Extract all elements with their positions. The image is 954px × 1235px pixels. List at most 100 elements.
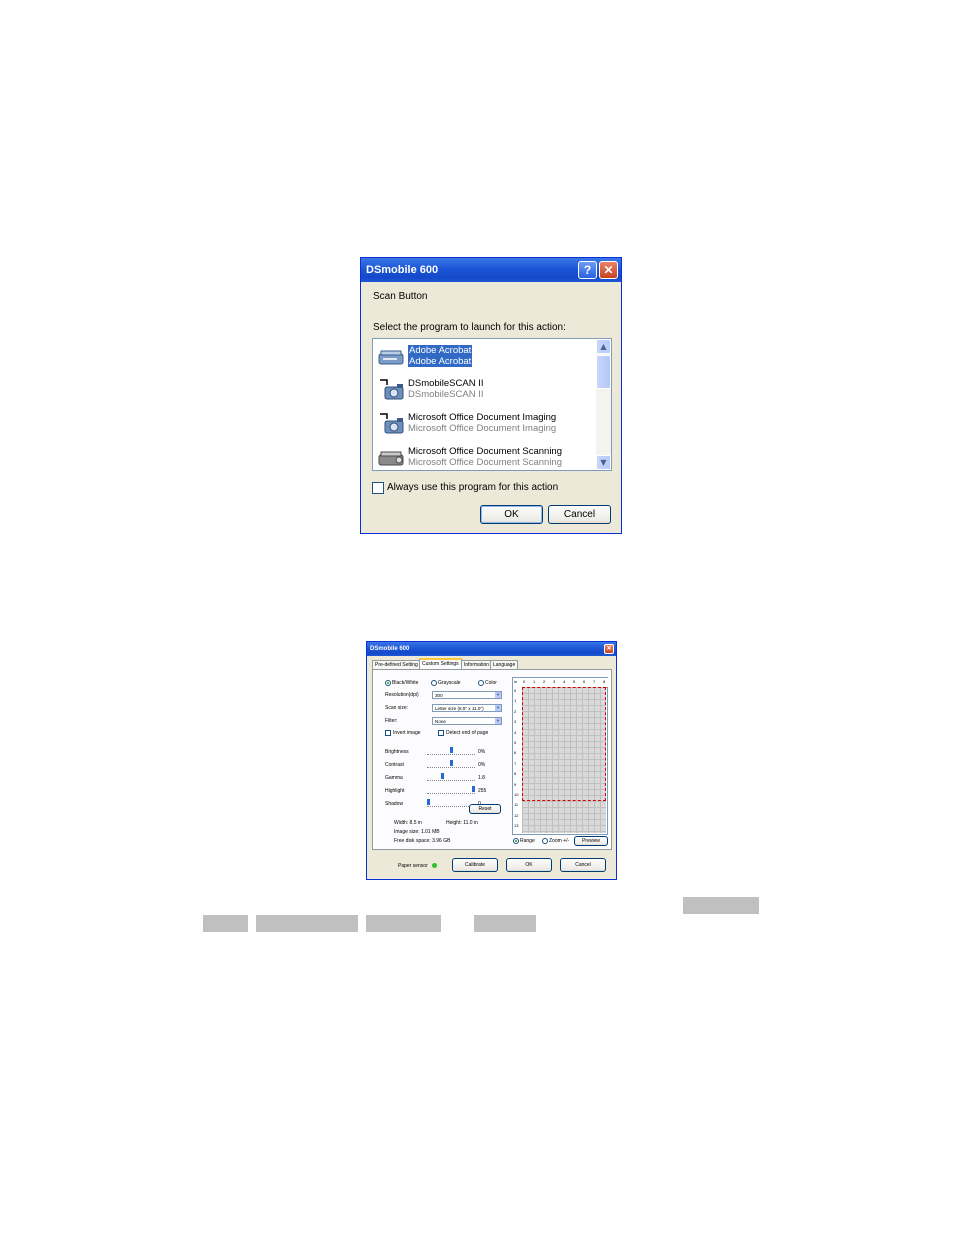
- ruler-tick-label: 1: [533, 679, 536, 684]
- program-name: Microsoft Office Document Imaging: [408, 412, 557, 423]
- slider-value: 0%: [478, 749, 486, 755]
- invert-image-checkbox[interactable]: [385, 730, 391, 736]
- redacted-text-block: [474, 915, 536, 932]
- filter-select[interactable]: None ▼: [432, 717, 502, 725]
- preview-button[interactable]: Preview: [574, 836, 608, 846]
- custom-settings-panel: Black/White Grayscale Color Resolution(d…: [372, 669, 612, 850]
- program-subtitle: Microsoft Office Document Imaging: [408, 423, 557, 434]
- ruler-tick-label: 4: [514, 729, 517, 735]
- scan-area-outline[interactable]: [522, 687, 606, 801]
- tab-information[interactable]: Information: [461, 660, 493, 669]
- radio-range[interactable]: [513, 838, 519, 844]
- scroll-down-icon[interactable]: ▼: [596, 455, 611, 470]
- redacted-text-block: [366, 915, 441, 932]
- radio-black-white[interactable]: [385, 680, 391, 686]
- calibrate-button[interactable]: Calibrate: [452, 858, 498, 872]
- scanner-icon: [378, 350, 404, 365]
- ruler-tick-label: 11: [514, 802, 519, 808]
- ruler-tick-label: 0: [523, 679, 526, 684]
- slider-knob[interactable]: [450, 760, 453, 766]
- slider-track[interactable]: [427, 747, 475, 755]
- reset-button[interactable]: Reset: [469, 804, 501, 814]
- always-use-checkbox[interactable]: [372, 482, 384, 494]
- dialog-title: DSmobile 600: [370, 646, 410, 652]
- program-subtitle: Adobe Acrobat: [408, 356, 473, 367]
- ruler-tick-label: 6: [514, 750, 517, 756]
- list-item[interactable]: Microsoft Office Document Imaging Micros…: [375, 408, 597, 441]
- slider-track[interactable]: [427, 799, 475, 807]
- ruler-tick-label: 13: [514, 823, 519, 829]
- image-size-text: Image size: 1.01 MB: [394, 829, 440, 835]
- slider-track[interactable]: [427, 760, 475, 768]
- ruler-tick-label: 5: [514, 740, 517, 745]
- ruler-tick-label: 6: [583, 679, 586, 684]
- scroll-up-icon[interactable]: ▲: [596, 339, 611, 354]
- detect-end-checkbox[interactable]: [438, 730, 444, 736]
- slider-value: 0%: [478, 762, 486, 768]
- dialog-title-bar[interactable]: DSmobile 600 ✕: [367, 642, 616, 656]
- filter-label: Filter:: [385, 718, 398, 724]
- unit-label: in: [514, 679, 518, 684]
- width-text: Width: 8.5 in: [394, 820, 422, 826]
- tab-language[interactable]: Language: [490, 660, 519, 669]
- scan-size-label: Scan size:: [385, 705, 409, 711]
- list-item[interactable]: Microsoft Office Document Scanning Micro…: [375, 442, 597, 470]
- ruler-tick-label: 0: [514, 688, 517, 693]
- slider-knob[interactable]: [472, 786, 475, 792]
- slider-knob[interactable]: [450, 747, 453, 753]
- slider-track[interactable]: [427, 786, 475, 794]
- slider-knob[interactable]: [427, 799, 430, 805]
- scan-size-value: Letter size (8.5" x 11.0"): [435, 706, 484, 711]
- invert-image-label: Invert image: [393, 730, 421, 736]
- ruler-tick-label: 9: [514, 781, 517, 787]
- cancel-button[interactable]: Cancel: [560, 858, 606, 872]
- close-icon[interactable]: ✕: [604, 644, 614, 654]
- radio-color[interactable]: [478, 680, 484, 686]
- scroll-thumb[interactable]: [596, 355, 611, 389]
- list-item[interactable]: DSmobileSCAN II DSmobileSCAN II: [375, 374, 597, 407]
- ruler-tick-label: 1: [514, 698, 517, 704]
- paper-sensor-led: [432, 863, 437, 868]
- ok-button[interactable]: OK: [506, 858, 552, 872]
- dialog-heading: Scan Button: [373, 291, 428, 302]
- resolution-select[interactable]: 300 ▼: [432, 691, 502, 699]
- filter-value: None: [435, 719, 446, 724]
- cancel-button[interactable]: Cancel: [548, 505, 611, 524]
- ruler-tick-label: 5: [573, 679, 576, 684]
- program-name: DSmobileSCAN II: [408, 378, 484, 389]
- scan-size-select[interactable]: Letter size (8.5" x 11.0") ▼: [432, 704, 502, 712]
- program-prompt: Select the program to launch for this ac…: [373, 322, 566, 333]
- resolution-value: 300: [435, 693, 443, 698]
- help-button[interactable]: ?: [578, 261, 597, 279]
- program-subtitle: Microsoft Office Document Scanning: [408, 457, 563, 468]
- list-item[interactable]: Adobe Acrobat Adobe Acrobat: [375, 341, 597, 374]
- slider-track[interactable]: [427, 773, 475, 781]
- ok-button[interactable]: OK: [480, 505, 543, 524]
- dialog-title-bar[interactable]: DSmobile 600 ? ✕: [361, 258, 621, 282]
- ruler-tick-label: 7: [593, 679, 596, 684]
- ruler-tick-label: 10: [514, 792, 519, 797]
- preview-area[interactable]: in 012345678 0 1 2 3 4 5 6 7 8 9 10 11 12 13: [512, 677, 608, 835]
- list-scrollbar[interactable]: ▲ ▼: [596, 339, 611, 470]
- radio-label: Black/White: [392, 680, 419, 686]
- radio-grayscale[interactable]: [431, 680, 437, 686]
- slider-label: Highlight: [385, 788, 405, 794]
- radio-zoom[interactable]: [542, 838, 548, 844]
- always-use-label: Always use this program for this action: [387, 482, 559, 493]
- chevron-down-icon: ▼: [495, 718, 501, 724]
- slider-knob[interactable]: [441, 773, 444, 779]
- range-label: Range: [520, 838, 535, 844]
- slider-label: Shadow: [385, 801, 404, 807]
- camera-icon: [380, 379, 404, 400]
- paper-sensor-label: Paper sensor: [398, 863, 428, 869]
- close-button[interactable]: ✕: [599, 261, 618, 279]
- slider-label: Gamma: [385, 775, 403, 781]
- height-text: Height: 11.0 in: [446, 820, 478, 826]
- program-list[interactable]: Adobe Acrobat Adobe Acrobat DSmobileSCAN…: [372, 338, 612, 471]
- redacted-text-block: [256, 915, 358, 932]
- chevron-down-icon: ▼: [495, 692, 501, 698]
- ruler-tick-label: 8: [603, 679, 606, 684]
- resolution-label: Resolution(dpi): [385, 692, 419, 698]
- program-subtitle: DSmobileSCAN II: [408, 389, 484, 400]
- tab-predefined-setting[interactable]: Pre-defined Setting: [372, 660, 421, 669]
